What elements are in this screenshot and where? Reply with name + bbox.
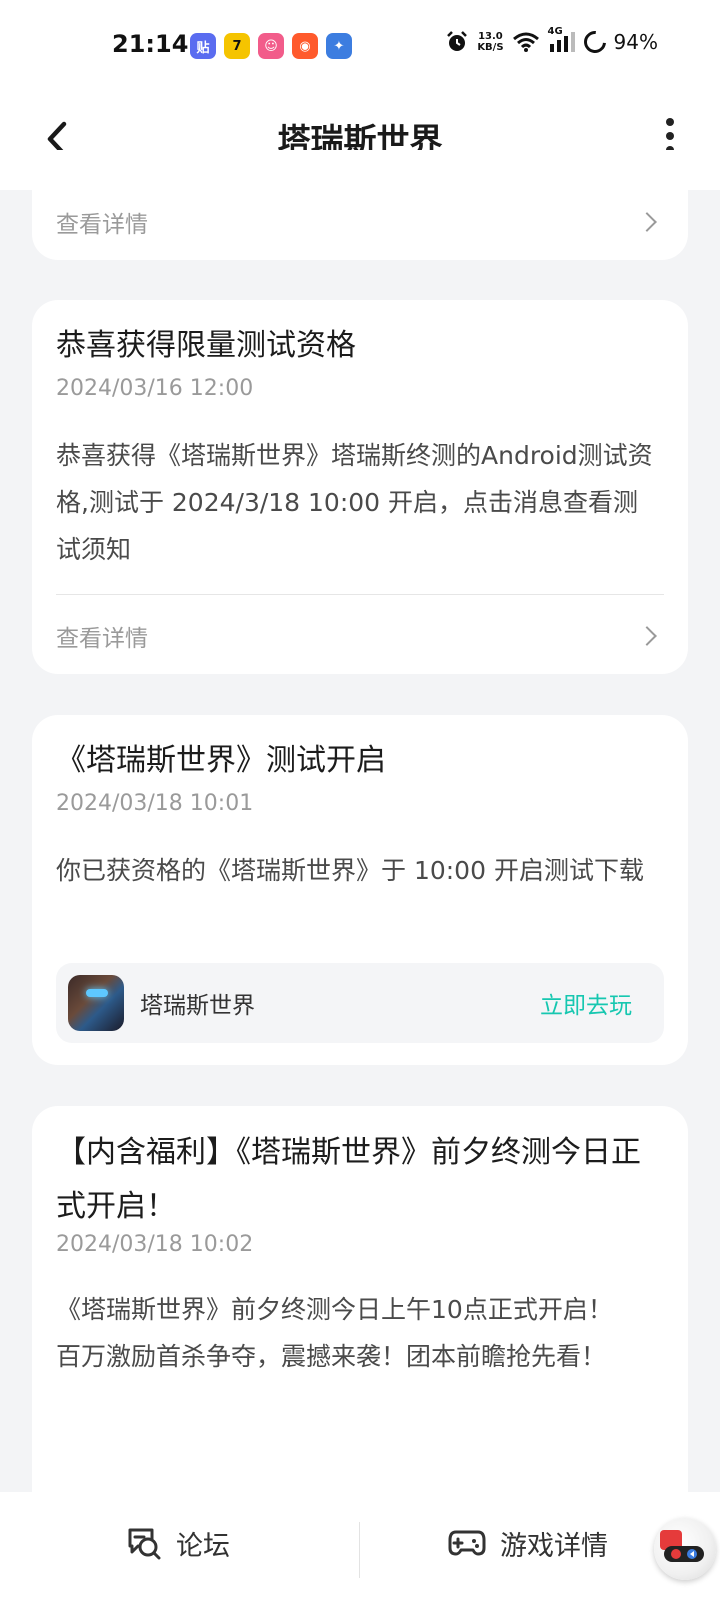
card-divider: [56, 594, 664, 595]
message-card[interactable]: 《塔瑞斯世界》测试开启 2024/03/18 10:01 你已获资格的《塔瑞斯世…: [32, 715, 688, 1065]
game-logo-icon: [68, 975, 124, 1031]
card-title: 【内含福利】《塔瑞斯世界》前夕终测今日正式开启！: [56, 1135, 641, 1224]
game-entry[interactable]: 塔瑞斯世界 立即去玩: [56, 963, 664, 1043]
card-date: 2024/03/16 12:00: [56, 376, 254, 401]
card-title: 《塔瑞斯世界》测试开启: [56, 743, 386, 778]
card-title: 恭喜获得限量测试资格: [56, 328, 356, 363]
game-detail-tab[interactable]: 游戏详情: [448, 1518, 608, 1568]
game-app-icon: ✦: [326, 33, 352, 59]
view-details-label: 查看详情: [56, 212, 148, 238]
card-body-line: 百万激励首杀争夺，震撼来袭！团本前瞻抢先看！: [56, 1342, 607, 1371]
status-time: 21:14: [112, 30, 189, 58]
tab-divider: [359, 1522, 360, 1578]
card-body-line: 《塔瑞斯世界》前夕终测今日上午10点正式开启！: [56, 1295, 613, 1324]
battery-icon: [579, 26, 611, 58]
net-speed: 13.0 KB/S: [477, 31, 504, 53]
card-date: 2024/03/18 10:01: [56, 791, 254, 816]
alarm-icon: [447, 31, 468, 51]
gamepad-icon: [448, 1530, 486, 1556]
notification-icons: 贴 7 ☺ ◉ ✦: [190, 33, 352, 59]
play-now-button[interactable]: 立即去玩: [540, 986, 632, 1020]
pink-app-icon: ☺: [258, 33, 284, 59]
floating-mascot-icon: [660, 1530, 704, 1562]
game-detail-label: 游戏详情: [500, 1530, 608, 1562]
system-status: 13.0 KB/S 4G 94%: [445, 26, 658, 58]
chevron-right-icon: [637, 212, 657, 232]
view-details-label: 查看详情: [56, 626, 148, 652]
floating-assistant-button[interactable]: [654, 1518, 716, 1580]
view-details-row[interactable]: 查看详情: [56, 200, 664, 244]
card-date: 2024/03/18 10:02: [56, 1232, 254, 1257]
kuaishou-icon: ◉: [292, 33, 318, 59]
forum-chat-icon: [128, 1528, 161, 1560]
app-7-icon: 7: [224, 33, 250, 59]
signal-icon: 4G: [548, 26, 576, 54]
card-body: 《塔瑞斯世界》前夕终测今日上午10点正式开启！ 百万激励首杀争夺，震撼来袭！团本…: [56, 1286, 662, 1380]
forum-tab[interactable]: 论坛: [126, 1518, 230, 1568]
message-card[interactable]: 恭喜获得限量测试资格 2024/03/16 12:00 恭喜获得《塔瑞斯世界》塔…: [32, 300, 688, 674]
wifi-icon: [512, 32, 539, 52]
view-details-row[interactable]: 查看详情: [56, 614, 664, 658]
battery-percent: 94%: [613, 30, 658, 54]
card-body: 恭喜获得《塔瑞斯世界》塔瑞斯终测的Android测试资格,测试于 2024/3/…: [56, 441, 653, 564]
message-card: 查看详情: [32, 150, 688, 260]
card-body: 你已获资格的《塔瑞斯世界》于 10:00 开启测试下载: [56, 856, 644, 885]
game-name: 塔瑞斯世界: [140, 993, 255, 1019]
forum-label: 论坛: [176, 1530, 230, 1562]
bottom-bar: 论坛 游戏详情: [0, 1492, 720, 1608]
chevron-right-icon: [637, 626, 657, 646]
tieba-app-icon: 贴: [190, 33, 216, 59]
message-card[interactable]: 【内含福利】《塔瑞斯世界》前夕终测今日正式开启！ 2024/03/18 10:0…: [32, 1106, 688, 1526]
status-bar: 21:14 贴 7 ☺ ◉ ✦ 13.0 KB/S 4G 94%: [0, 0, 720, 92]
